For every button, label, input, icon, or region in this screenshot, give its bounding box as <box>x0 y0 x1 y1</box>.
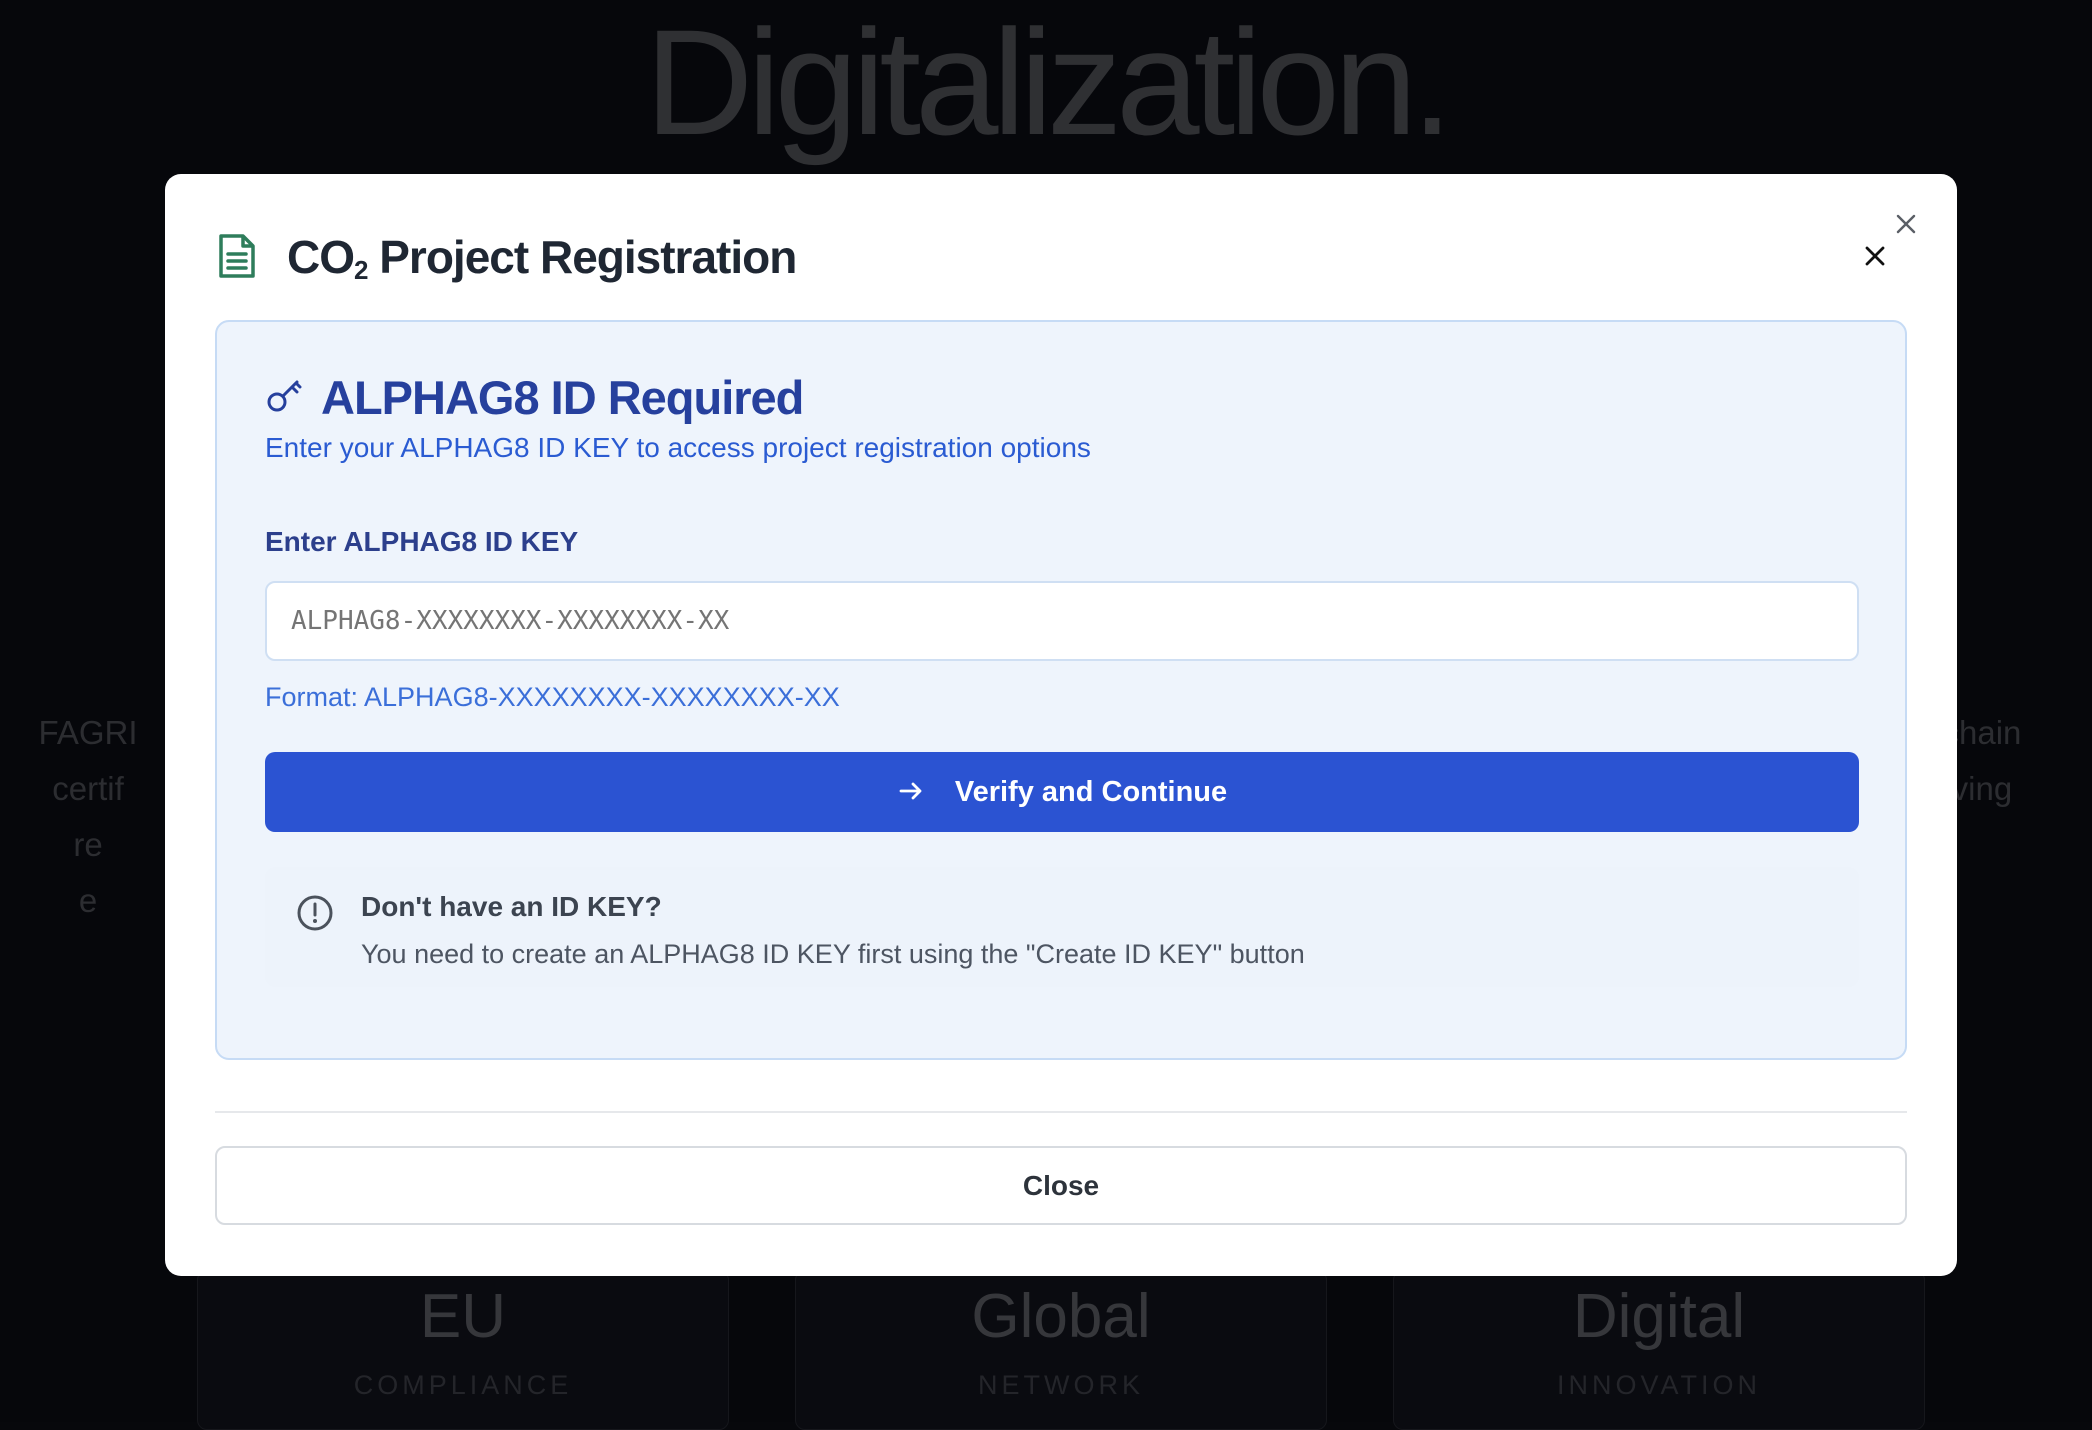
stat-value: Digital <box>1572 1282 1746 1351</box>
stat-value: Global <box>971 1282 1151 1351</box>
modal-title: CO2 Project Registration <box>287 231 797 285</box>
id-key-label: Enter ALPHAG8 ID KEY <box>265 526 579 557</box>
background-left-text: FAGRI certif re e <box>38 714 138 919</box>
stat-label: COMPLIANCE <box>353 1370 573 1400</box>
footer-divider <box>215 1111 1907 1113</box>
id-required-panel: ALPHAG8 ID Required Enter your ALPHAG8 I… <box>215 320 1907 1060</box>
arrow-right-icon <box>897 777 925 808</box>
format-hint: Format: ALPHAG8-XXXXXXXX-XXXXXXXX-XX <box>265 682 840 712</box>
panel-heading: ALPHAG8 ID Required <box>265 370 804 425</box>
stat-value: EU <box>419 1282 507 1351</box>
verify-continue-label: Verify and Continue <box>954 775 1228 808</box>
modal-header: CO2 Project Registration <box>215 230 797 286</box>
close-button[interactable]: Close <box>215 1146 1907 1225</box>
key-icon <box>265 375 305 420</box>
id-key-input[interactable] <box>265 581 1859 661</box>
stat-card-innovation: Digital INNOVATION <box>1393 1270 1925 1430</box>
close-icon[interactable] <box>1857 238 1893 274</box>
alert-circle-icon <box>295 893 335 938</box>
document-icon <box>215 232 259 285</box>
panel-subtitle: Enter your ALPHAG8 ID KEY to access proj… <box>265 432 1091 463</box>
notice-text: You need to create an ALPHAG8 ID KEY fir… <box>361 939 1305 969</box>
close-icon[interactable] <box>1888 206 1924 242</box>
verify-continue-button[interactable]: Verify and Continue <box>265 752 1859 832</box>
no-id-key-notice: Don't have an ID KEY? You need to create… <box>265 867 1859 987</box>
stat-label: NETWORK <box>978 1370 1144 1400</box>
hero-title: Digitalization. <box>644 0 1453 166</box>
registration-modal: CO2 Project Registration ALPHAG8 ID Requ… <box>165 174 1957 1276</box>
stat-card-network: Global NETWORK <box>795 1270 1327 1430</box>
panel-title: ALPHAG8 ID Required <box>321 371 804 424</box>
stat-card-compliance: EU COMPLIANCE <box>197 1270 729 1430</box>
stat-label: INNOVATION <box>1556 1370 1761 1400</box>
notice-title: Don't have an ID KEY? <box>361 891 662 922</box>
